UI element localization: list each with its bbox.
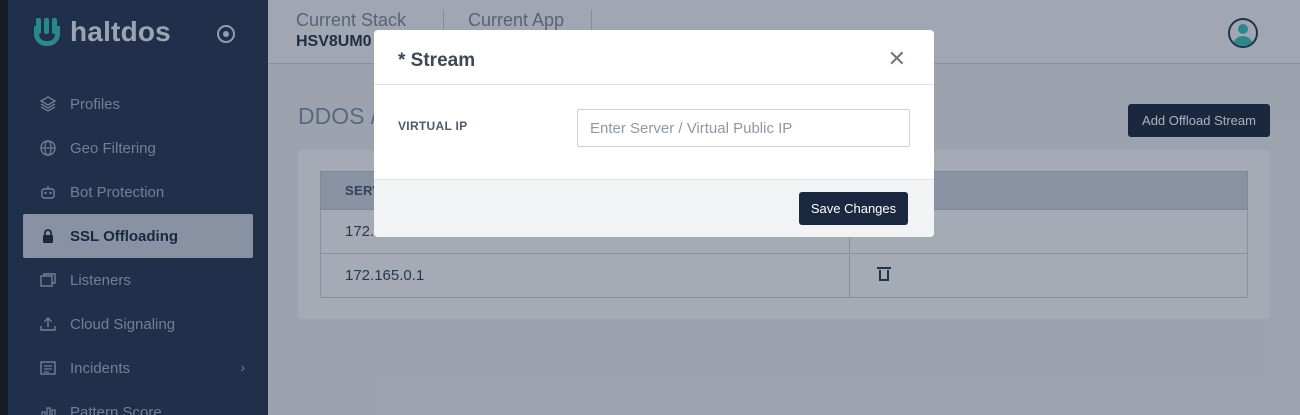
close-icon[interactable]: ✕ bbox=[888, 48, 906, 70]
modal-title: * Stream bbox=[398, 50, 476, 71]
virtual-ip-label: VIRTUAL IP bbox=[398, 119, 468, 133]
modal-footer: Save Changes bbox=[374, 179, 934, 237]
stream-modal: * Stream ✕ VIRTUAL IP Save Changes bbox=[374, 30, 934, 237]
save-changes-button[interactable]: Save Changes bbox=[799, 192, 908, 225]
modal-header: * Stream ✕ bbox=[374, 30, 934, 85]
modal-body: VIRTUAL IP bbox=[374, 85, 934, 179]
virtual-ip-input[interactable] bbox=[577, 109, 910, 147]
